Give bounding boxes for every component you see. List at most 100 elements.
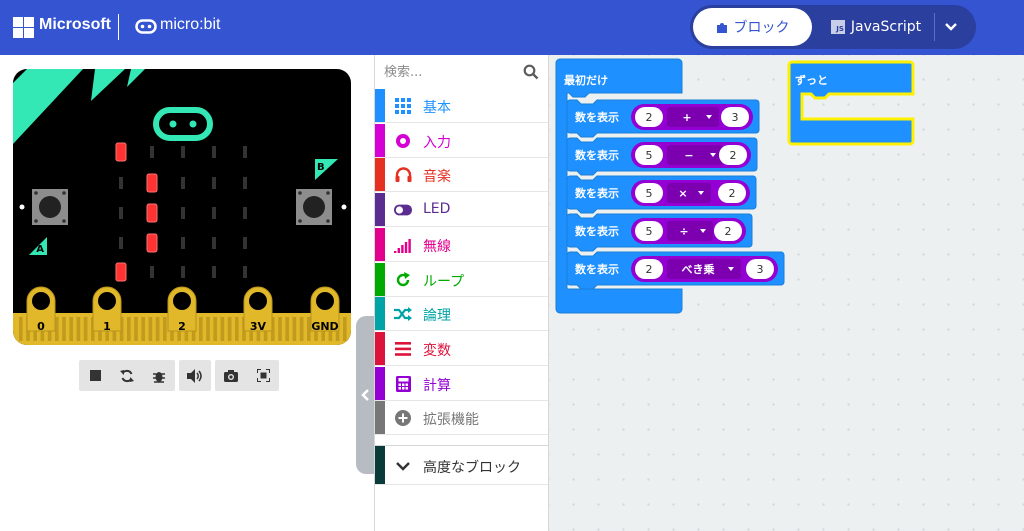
- pin-label: 0: [37, 320, 45, 333]
- operator-label: べき乗: [682, 262, 715, 276]
- microsoft-brand: Microsoft: [39, 16, 111, 33]
- pin-2[interactable]: 2: [167, 286, 197, 333]
- operator-dropdown[interactable]: [667, 107, 719, 127]
- category-item[interactable]: 拡張機能: [375, 401, 548, 436]
- show-number-label: 数を表示: [575, 110, 619, 124]
- show-number-block[interactable]: 数を表示 2 +3: [566, 99, 760, 138]
- show-number-block[interactable]: 数を表示 2 べき乗 3: [566, 251, 785, 290]
- left-operand: 5: [646, 149, 653, 162]
- javascript-icon: JS: [830, 20, 845, 34]
- forever-block[interactable]: ずっと: [787, 60, 915, 146]
- tab-javascript[interactable]: JS JavaScript: [818, 8, 934, 46]
- grid-icon: [394, 97, 412, 115]
- button-b-label: B: [317, 162, 325, 173]
- show-number-block[interactable]: 数を表示 5 − 2: [566, 137, 758, 176]
- brand-divider: [118, 14, 119, 40]
- operator-dropdown[interactable]: [667, 221, 713, 241]
- category-item[interactable]: ループ: [375, 262, 548, 297]
- loop-icon: [394, 271, 412, 289]
- category-label: 拡張機能: [423, 412, 479, 429]
- toolbox-search: [376, 55, 549, 89]
- blocks-workspace[interactable]: 最初だけ 数を表示 2 +3 数を表示 5 − 2 数を表示 5 × 2 数を表示 5 ÷ 2 数を表示 2 べき…: [549, 55, 1024, 531]
- microbit-board[interactable]: A B 0 1 2 3V GND: [13, 69, 351, 345]
- toggle-icon: [394, 201, 412, 219]
- lines-icon: [394, 340, 412, 358]
- operator-dropdown[interactable]: [667, 145, 723, 165]
- category-item[interactable]: 入力: [375, 123, 548, 158]
- chevron-left-icon: [361, 389, 369, 401]
- category-label: 音楽: [423, 169, 451, 186]
- fullscreen-icon: [256, 369, 270, 382]
- screenshot-icon: [224, 369, 238, 382]
- category-item[interactable]: 計算: [375, 366, 548, 401]
- led-off: [181, 207, 185, 219]
- category-label: ループ: [423, 273, 465, 290]
- toggle-separator: [934, 13, 935, 41]
- microbit-product-name: micro:bit: [160, 16, 221, 33]
- search-input[interactable]: [384, 61, 514, 83]
- signal-icon: [394, 236, 412, 254]
- show-number-block[interactable]: 数を表示 5 × 2: [566, 175, 757, 214]
- operator-label: +: [682, 111, 691, 124]
- tab-javascript-label: JavaScript: [850, 19, 922, 35]
- led-off: [243, 207, 247, 219]
- debug-button[interactable]: [143, 360, 175, 391]
- category-item[interactable]: 音楽: [375, 158, 548, 193]
- left-operand: 5: [646, 225, 653, 238]
- led-on: [146, 233, 158, 253]
- stop-button[interactable]: [79, 360, 111, 391]
- operator-label: −: [684, 149, 693, 162]
- category-label: 基本: [423, 100, 451, 116]
- on-start-label: 最初だけ: [564, 73, 608, 87]
- debug-icon: [153, 371, 165, 383]
- right-operand: 3: [732, 111, 739, 124]
- category-item[interactable]: 変数: [375, 331, 548, 366]
- category-item[interactable]: 論理: [375, 297, 548, 332]
- category-advanced[interactable]: 高度なブロック: [375, 445, 548, 485]
- led-off: [150, 266, 154, 278]
- category-item[interactable]: LED: [375, 193, 548, 228]
- pin-gnd[interactable]: GND: [310, 286, 340, 333]
- category-label: 変数: [423, 342, 451, 359]
- show-number-label: 数を表示: [575, 186, 619, 200]
- simulator-toolbar: [79, 360, 279, 391]
- left-operand: 5: [646, 187, 653, 200]
- led-on: [115, 262, 127, 282]
- led-off: [181, 177, 185, 189]
- microsoft-logo-icon: [13, 17, 34, 38]
- tab-blocks[interactable]: ブロック: [693, 8, 812, 46]
- chevron-down-icon[interactable]: [940, 17, 962, 37]
- pin-1[interactable]: 1: [92, 286, 122, 333]
- led-off: [119, 207, 123, 219]
- led-off: [212, 266, 216, 278]
- show-number-block[interactable]: 数を表示 5 ÷ 2: [566, 213, 753, 252]
- category-item[interactable]: 無線: [375, 227, 548, 262]
- sound-button[interactable]: [179, 360, 211, 391]
- pin-label: 1: [103, 320, 111, 333]
- category-item[interactable]: 基本: [375, 89, 548, 123]
- search-icon[interactable]: [523, 64, 539, 80]
- pin-0[interactable]: 0: [26, 286, 56, 333]
- led-off: [212, 177, 216, 189]
- pin-3v[interactable]: 3V: [243, 286, 273, 333]
- button-a[interactable]: [32, 189, 68, 225]
- restart-button[interactable]: [111, 360, 143, 391]
- sound-group: [179, 360, 211, 391]
- category-stripe: [375, 366, 385, 400]
- left-operand: 2: [646, 111, 653, 124]
- operator-dropdown[interactable]: [667, 183, 711, 203]
- screenshot-button[interactable]: [215, 360, 247, 391]
- right-operand: 2: [730, 149, 737, 162]
- collapse-simulator-button[interactable]: [356, 316, 376, 474]
- category-stripe: [375, 89, 385, 122]
- fullscreen-button[interactable]: [247, 360, 279, 391]
- show-number-label: 数を表示: [575, 262, 619, 276]
- led-off: [212, 207, 216, 219]
- button-b[interactable]: [296, 189, 332, 225]
- pin-label: 3V: [250, 320, 267, 333]
- forever-label: ずっと: [795, 73, 828, 87]
- led-off: [243, 177, 247, 189]
- operator-label: ×: [678, 187, 687, 200]
- category-label: 論理: [423, 308, 451, 325]
- simulator-panel: A B 0 1 2 3V GND: [0, 55, 374, 531]
